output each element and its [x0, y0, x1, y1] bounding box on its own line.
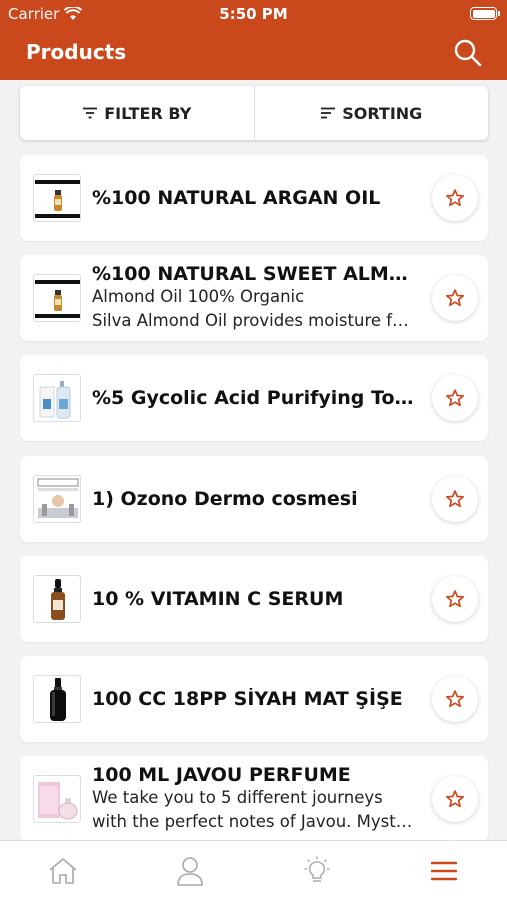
page-title: Products [26, 40, 127, 64]
star-icon [446, 790, 464, 808]
product-name: %5 Gycolic Acid Purifying Toner [92, 387, 418, 409]
product-description-line: We take you to 5 different journeys [92, 788, 383, 807]
star-icon [446, 690, 464, 708]
menu-icon [430, 861, 457, 880]
user-icon [177, 856, 203, 886]
favorite-button[interactable] [432, 175, 478, 221]
product-name: %100 NATURAL SWEET ALMOND OIL [92, 263, 418, 285]
sort-icon [321, 107, 336, 119]
product-thumbnail [33, 374, 81, 422]
product-card[interactable]: 1) Ozono Dermo cosmesi [20, 456, 488, 542]
filter-button[interactable]: FILTER BY [20, 86, 254, 140]
product-card[interactable]: 100 CC 18PP SİYAH MAT ŞİŞE [20, 656, 488, 742]
favorite-button[interactable] [432, 676, 478, 722]
product-card[interactable]: %100 NATURAL ARGAN OIL [20, 155, 488, 241]
product-name: 1) Ozono Dermo cosmesi [92, 488, 358, 510]
product-name: 100 CC 18PP SİYAH MAT ŞİŞE [92, 688, 403, 710]
tab-profile[interactable] [127, 841, 254, 900]
home-icon [49, 857, 77, 884]
sort-label: SORTING [342, 103, 423, 123]
product-thumbnail [33, 575, 81, 623]
filter-sort-bar: FILTER BY SORTING [20, 86, 488, 140]
product-thumbnail [33, 775, 81, 823]
search-icon [454, 39, 482, 67]
star-icon [446, 490, 464, 508]
product-thumbnail [33, 675, 81, 723]
product-description-line: Almond Oil 100% Organic [92, 287, 305, 306]
favorite-button[interactable] [432, 576, 478, 622]
product-info: 10 % VITAMIN C SERUM [92, 556, 418, 642]
app-header: Carrier 5:50 PM Products [0, 0, 507, 80]
product-info: 1) Ozono Dermo cosmesi [92, 456, 418, 542]
tab-menu[interactable] [380, 841, 507, 900]
product-info: %5 Gycolic Acid Purifying Toner [92, 355, 418, 441]
product-thumbnail [33, 174, 81, 222]
tab-home[interactable] [0, 841, 127, 900]
product-name: 10 % VITAMIN C SERUM [92, 588, 344, 610]
tab-ideas[interactable] [254, 841, 381, 900]
product-info: 100 CC 18PP SİYAH MAT ŞİŞE [92, 656, 418, 742]
favorite-button[interactable] [432, 776, 478, 822]
favorite-button[interactable] [432, 476, 478, 522]
star-icon [446, 590, 464, 608]
filter-icon [83, 107, 98, 119]
lightbulb-icon [304, 856, 330, 882]
sort-button[interactable]: SORTING [255, 86, 489, 140]
search-button[interactable] [453, 38, 483, 68]
product-thumbnail [33, 475, 81, 523]
product-name: 100 ML JAVOU PERFUME [92, 764, 351, 786]
product-description-line: Silva Almond Oil provides moisture for t… [92, 311, 418, 330]
battery-icon [470, 7, 500, 20]
product-name: %100 NATURAL ARGAN OIL [92, 187, 381, 209]
product-card[interactable]: %100 NATURAL SWEET ALMOND OIL Almond Oil… [20, 255, 488, 341]
star-icon [446, 189, 464, 207]
status-time: 5:50 PM [219, 5, 288, 23]
product-card[interactable]: 100 ML JAVOU PERFUME We take you to 5 di… [20, 756, 488, 842]
product-card[interactable]: %5 Gycolic Acid Purifying Toner [20, 355, 488, 441]
favorite-button[interactable] [432, 375, 478, 421]
status-bar: Carrier 5:50 PM [0, 0, 507, 28]
product-info: %100 NATURAL SWEET ALMOND OIL Almond Oil… [92, 255, 418, 341]
product-info: 100 ML JAVOU PERFUME We take you to 5 di… [92, 756, 418, 842]
star-icon [446, 289, 464, 307]
filter-label: FILTER BY [104, 103, 192, 123]
product-description-line: with the perfect notes of Javou. Mystery [92, 812, 418, 831]
product-card[interactable]: 10 % VITAMIN C SERUM [20, 556, 488, 642]
tab-bar [0, 840, 507, 900]
product-thumbnail [33, 274, 81, 322]
star-icon [446, 389, 464, 407]
product-info: %100 NATURAL ARGAN OIL [92, 155, 418, 241]
favorite-button[interactable] [432, 275, 478, 321]
